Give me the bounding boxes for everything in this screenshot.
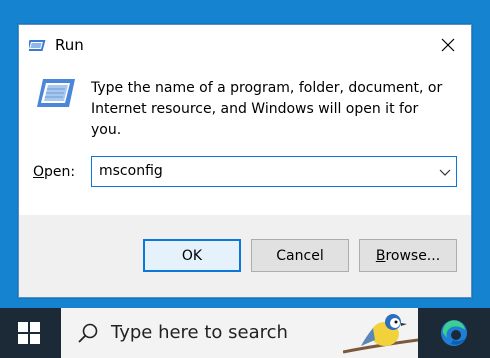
edge-icon [441, 320, 467, 346]
browse-label-text: rowse... [385, 247, 441, 264]
taskbar-search-box[interactable]: Type here to search [61, 308, 419, 358]
start-button[interactable] [0, 308, 58, 358]
run-icon [35, 77, 75, 109]
ok-button[interactable]: OK [143, 239, 241, 272]
open-combobox[interactable]: msconfig [91, 156, 457, 187]
open-input-value[interactable]: msconfig [99, 163, 163, 179]
window-title: Run [55, 36, 84, 54]
search-placeholder: Type here to search [111, 322, 288, 343]
run-icon [26, 37, 47, 51]
cancel-button[interactable]: Cancel [251, 239, 349, 272]
close-button[interactable] [425, 25, 471, 65]
browse-accesskey: B [375, 247, 386, 264]
close-icon [441, 38, 455, 52]
search-icon [77, 322, 99, 344]
chevron-down-icon[interactable] [438, 165, 452, 179]
browse-button[interactable]: Browse... [359, 239, 457, 272]
taskbar: Type here to search [0, 308, 490, 358]
dialog-description: Type the name of a program, folder, docu… [91, 80, 443, 138]
open-label-text: pen: [44, 164, 76, 180]
bird-illustration-icon [342, 308, 419, 358]
title-bar[interactable]: Run [19, 25, 471, 65]
windows-logo-icon [18, 322, 40, 344]
open-label-accesskey: O [33, 164, 45, 180]
open-label: Open: [33, 164, 75, 180]
run-dialog: Run Type the name of a program, folder, … [18, 24, 472, 298]
edge-taskbar-button[interactable] [428, 308, 480, 358]
